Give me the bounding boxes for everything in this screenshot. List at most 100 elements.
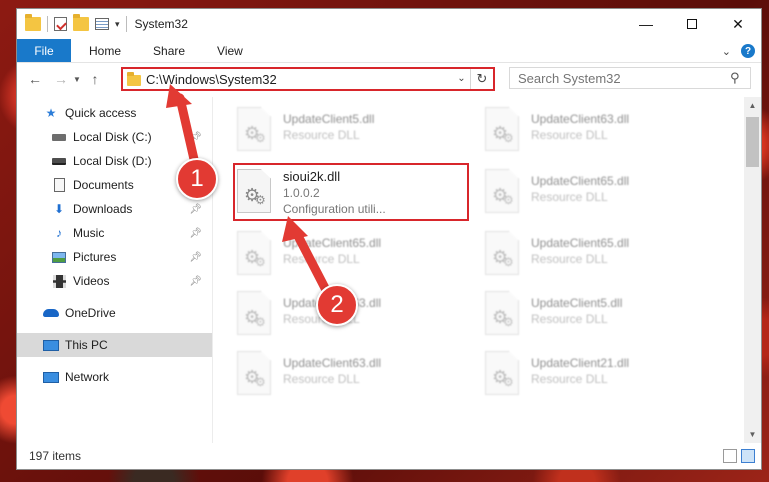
onedrive-icon	[43, 306, 59, 320]
sidebar-item-label: OneDrive	[65, 306, 116, 320]
navigation-pane: ★ Quick access Local Disk (C:) 📌︎ Local …	[17, 97, 213, 443]
scroll-thumb[interactable]	[746, 117, 759, 167]
new-folder-icon[interactable]	[73, 14, 89, 31]
folder-icon	[127, 72, 141, 86]
file-name: UpdateClient5.dll	[531, 296, 623, 310]
sidebar-item-label: Network	[65, 370, 110, 384]
videos-icon	[51, 274, 67, 288]
this-pc-icon	[43, 338, 59, 352]
search-box[interactable]: ⚲	[509, 67, 751, 89]
address-bar[interactable]: C:\Windows\System32 ⌄ ↻	[121, 67, 495, 91]
tab-file[interactable]: File	[17, 39, 71, 62]
documents-icon	[51, 178, 67, 192]
dll-file-icon: ⚙ ⚙	[237, 231, 271, 275]
search-input[interactable]	[518, 70, 730, 86]
pin-icon: 📌︎	[189, 251, 202, 263]
tab-share[interactable]: Share	[137, 39, 201, 62]
file-type: Resource DLL	[283, 252, 360, 266]
recent-locations-chevron-icon[interactable]: ▼	[71, 69, 83, 89]
address-dropdown-chevron-icon[interactable]: ⌄	[453, 69, 471, 89]
toolbar-divider	[47, 16, 48, 32]
customize-toolbar-chevron-icon[interactable]: ▾	[115, 19, 120, 30]
details-view-icon[interactable]	[723, 449, 737, 463]
file-item[interactable]: ⚙ ⚙ UpdateClient5.dll Resource DLL	[485, 291, 725, 351]
highlight-box	[233, 163, 469, 221]
properties-icon[interactable]	[54, 17, 67, 31]
file-item[interactable]: ⚙ ⚙ UpdateClient21.dll Resource DLL	[485, 351, 725, 411]
close-button[interactable]: ✕	[715, 9, 761, 39]
file-item[interactable]: ⚙ ⚙ UpdateClient65.dll Resource DLL	[237, 231, 477, 291]
step-1-badge: 1	[176, 158, 218, 200]
tab-view[interactable]: View	[201, 39, 259, 62]
address-path[interactable]: C:\Windows\System32	[146, 72, 453, 87]
expand-ribbon-chevron-icon[interactable]: ⌄	[722, 45, 731, 58]
tiles-view-icon[interactable]	[741, 449, 755, 463]
explorer-panes: ★ Quick access Local Disk (C:) 📌︎ Local …	[17, 97, 761, 443]
item-count: 197 items	[29, 449, 82, 463]
file-type: Resource DLL	[531, 190, 608, 204]
dll-file-icon: ⚙ ⚙	[485, 291, 519, 335]
file-item[interactable]: ⚙ ⚙ UpdateClient65.dll Resource DLL	[485, 169, 725, 229]
vertical-scrollbar[interactable]: ▲ ▼	[744, 97, 761, 443]
sidebar-item-quick-access[interactable]: ★ Quick access	[17, 101, 212, 125]
file-item[interactable]: ⚙⚙ UpdateClient63.dll Resource DLL	[237, 351, 477, 411]
sidebar-item-local-disk-c[interactable]: Local Disk (C:) 📌︎	[17, 125, 212, 149]
dll-file-icon: ⚙ ⚙	[485, 351, 519, 395]
file-item[interactable]: ⚙⚙ UpdateClient63.dll Resource DLL	[485, 107, 725, 167]
file-type: Resource DLL	[283, 372, 360, 386]
window-controls: — ✕	[623, 9, 761, 39]
help-icon[interactable]: ?	[741, 44, 755, 58]
pin-icon: 📌︎	[189, 227, 202, 239]
folder-icon	[25, 14, 41, 31]
scroll-down-arrow-icon[interactable]: ▼	[744, 426, 761, 443]
sidebar-item-music[interactable]: ♪ Music 📌︎	[17, 221, 212, 245]
scroll-up-arrow-icon[interactable]: ▲	[744, 97, 761, 114]
minimize-button[interactable]: —	[623, 9, 669, 39]
sidebar-item-this-pc[interactable]: This PC	[17, 333, 212, 357]
sidebar-item-label: This PC	[65, 338, 108, 352]
view-toggle	[723, 449, 755, 463]
file-item[interactable]: ⚙ ⚙ UpdateClient65.dll Resource DLL	[485, 231, 725, 291]
sidebar-item-label: Local Disk (C:)	[73, 130, 152, 144]
tab-home[interactable]: Home	[71, 39, 137, 62]
ribbon-tabs: File Home Share View ⌄ ?	[17, 39, 761, 63]
network-icon	[43, 370, 59, 384]
title-bar: ▾ System32 — ✕	[17, 9, 761, 39]
sidebar-item-network[interactable]: Network	[17, 365, 212, 389]
pin-icon: 📌︎	[189, 203, 202, 215]
sidebar-item-label: Downloads	[73, 202, 133, 216]
file-item[interactable]: ⚙ ⚙ UpdateClient5.dll Resource DLL	[237, 107, 477, 167]
back-button[interactable]: ←	[25, 69, 45, 89]
sidebar-item-label: Quick access	[65, 106, 137, 120]
window-title: System32	[134, 17, 188, 31]
sidebar-item-onedrive[interactable]: OneDrive	[17, 301, 212, 325]
sidebar-item-label: Local Disk (D:)	[73, 154, 152, 168]
refresh-button[interactable]: ↻	[471, 71, 493, 87]
sidebar-item-videos[interactable]: Videos 📌︎	[17, 269, 212, 293]
file-name: UpdateClient21.dll	[531, 356, 630, 370]
file-list: ⚙ ⚙ UpdateClient5.dll Resource DLL ⚙ ⚙ Upda…	[213, 97, 761, 443]
file-type: Resource DLL	[531, 128, 608, 142]
sidebar-item-downloads[interactable]: ⬇ Downloads 📌︎	[17, 197, 212, 221]
ribbon-controls: ⌄ ?	[722, 39, 755, 63]
maximize-button[interactable]	[669, 9, 715, 39]
music-icon: ♪	[56, 226, 62, 240]
drive-icon	[51, 154, 67, 168]
dll-file-icon: ⚙ ⚙	[485, 107, 519, 151]
dll-file-icon: ⚙ ⚙	[485, 169, 519, 213]
sidebar-item-label: Videos	[73, 274, 110, 288]
search-icon[interactable]: ⚲	[730, 70, 750, 86]
file-name: UpdateClient65.dll	[531, 236, 630, 250]
forward-button[interactable]: →	[51, 69, 71, 89]
file-explorer-window: ▾ System32 — ✕ File Home Share View ⌄ ? …	[16, 8, 762, 470]
file-type: Resource DLL	[531, 372, 608, 386]
sidebar-item-pictures[interactable]: Pictures 📌︎	[17, 245, 212, 269]
up-button[interactable]: ↑	[85, 69, 105, 89]
rename-icon[interactable]	[95, 18, 109, 30]
sidebar-item-label: Music	[73, 226, 105, 240]
downloads-icon: ⬇	[53, 202, 65, 216]
pictures-icon	[51, 250, 67, 264]
file-name: UpdateClient65.dll	[283, 236, 382, 250]
